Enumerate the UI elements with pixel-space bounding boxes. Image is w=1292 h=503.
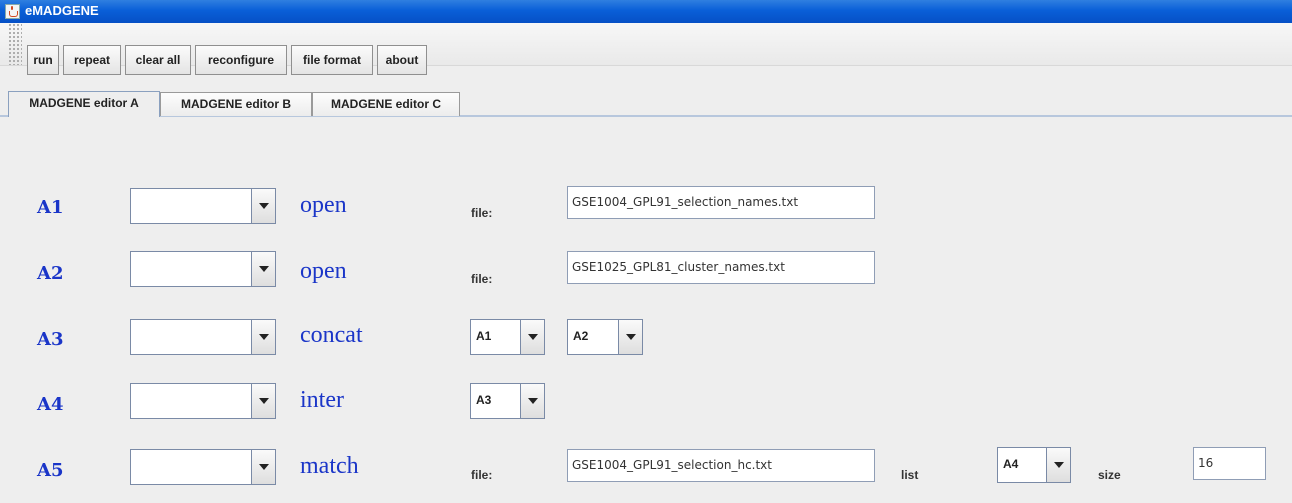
row-a5-file-field[interactable]: GSE1004_GPL91_selection_hc.txt (567, 449, 875, 482)
chevron-down-icon[interactable] (520, 384, 544, 418)
row-a1-file-label: file: (471, 206, 493, 220)
row-a3-name-combo[interactable] (130, 319, 276, 355)
row-a5-list-combo[interactable]: A4 (997, 447, 1071, 483)
repeat-button[interactable]: repeat (63, 45, 121, 75)
row-a5-name-combo[interactable] (130, 449, 276, 485)
row-a3-operation: concat (300, 322, 363, 348)
row-a2-file-field[interactable]: GSE1025_GPL81_cluster_names.txt (567, 251, 875, 284)
row-a3-arg1-combo[interactable]: A1 (470, 319, 545, 355)
row-label-a4: A4 (37, 394, 64, 415)
reconfigure-button[interactable]: reconfigure (195, 45, 287, 75)
row-a3-arg1-value: A1 (476, 329, 492, 343)
row-label-a5: A5 (37, 460, 64, 481)
chevron-down-icon[interactable] (251, 384, 275, 418)
row-a5-list-value: A4 (1003, 457, 1019, 471)
chevron-down-icon[interactable] (251, 252, 275, 286)
row-a5-size-field[interactable]: 16 (1193, 447, 1266, 480)
tab-editor-a[interactable]: MADGENE editor A (8, 91, 160, 117)
file-format-button[interactable]: file format (291, 45, 373, 75)
title-bar: eMADGENE (0, 0, 1292, 23)
chevron-down-icon[interactable] (618, 320, 642, 354)
row-a1-name-combo[interactable] (130, 188, 276, 224)
row-label-a2: A2 (37, 263, 64, 284)
row-label-a3: A3 (37, 329, 64, 350)
chevron-down-icon[interactable] (251, 189, 275, 223)
row-a4-name-combo[interactable] (130, 383, 276, 419)
tab-editor-c[interactable]: MADGENE editor C (312, 92, 460, 116)
toolbar (0, 23, 1292, 66)
clear-all-button[interactable]: clear all (125, 45, 191, 75)
tab-editor-b[interactable]: MADGENE editor B (160, 92, 312, 116)
row-label-a1: A1 (37, 197, 64, 218)
row-a4-operation: inter (300, 387, 344, 413)
row-a5-operation: match (300, 453, 359, 479)
row-a4-arg1-combo[interactable]: A3 (470, 383, 545, 419)
row-a1-operation: open (300, 192, 347, 218)
row-a5-size-label: size (1098, 468, 1121, 482)
window-title: eMADGENE (25, 3, 99, 18)
row-a5-file-label: file: (471, 468, 493, 482)
row-a4-arg1-value: A3 (476, 393, 492, 407)
run-button[interactable]: run (27, 45, 59, 75)
row-a2-operation: open (300, 258, 347, 284)
row-a5-list-label: list (901, 468, 919, 482)
chevron-down-icon[interactable] (1046, 448, 1070, 482)
chevron-down-icon[interactable] (520, 320, 544, 354)
row-a2-file-label: file: (471, 272, 493, 286)
row-a1-file-field[interactable]: GSE1004_GPL91_selection_names.txt (567, 186, 875, 219)
about-button[interactable]: about (377, 45, 427, 75)
toolbar-grip-icon[interactable] (8, 23, 22, 65)
row-a2-name-combo[interactable] (130, 251, 276, 287)
chevron-down-icon[interactable] (251, 320, 275, 354)
row-a3-arg2-value: A2 (573, 329, 589, 343)
chevron-down-icon[interactable] (251, 450, 275, 484)
row-a3-arg2-combo[interactable]: A2 (567, 319, 643, 355)
java-icon (5, 4, 20, 19)
